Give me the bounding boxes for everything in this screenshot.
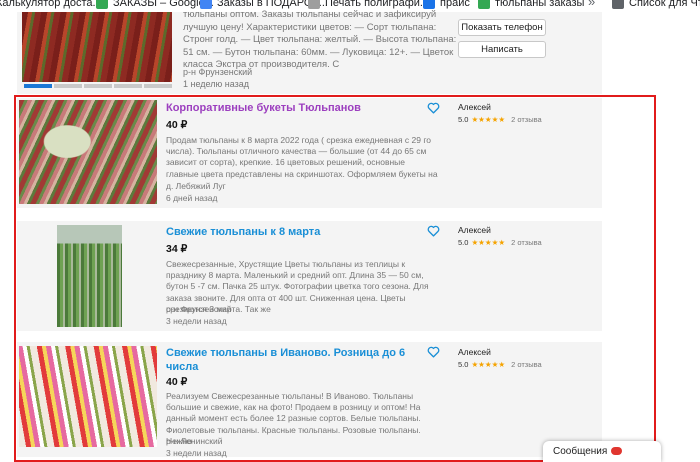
photo-pager[interactable] (24, 84, 172, 88)
messages-label: Сообщения (553, 446, 608, 457)
spreadsheet-icon (478, 0, 490, 9)
bookmark-label: ЗАКАЗЫ – Google... (113, 0, 214, 9)
listing-description: тюльпаны оптом. Заказы тюльпаны сейчас и… (183, 9, 457, 70)
bookmark-label: Печать полиграфи... (325, 0, 430, 9)
more-bookmarks-icon[interactable]: » (588, 0, 595, 9)
listing-location: р-н Фрунзенский (183, 67, 253, 77)
page-icon (308, 0, 320, 9)
bookmark-label: тюльпаны заказы (495, 0, 585, 9)
listing-time: 1 неделю назад (183, 79, 250, 89)
reading-list-icon (612, 0, 624, 9)
listing-photo[interactable] (22, 12, 172, 82)
document-icon (200, 0, 212, 9)
bookmark-label: Список для Чтени (629, 0, 700, 9)
messages-widget[interactable]: Сообщения (543, 441, 661, 462)
highlight-frame (14, 95, 656, 462)
show-phone-button[interactable]: Показать телефон (458, 19, 546, 36)
search-icon (423, 0, 435, 9)
unread-badge (611, 447, 623, 456)
bookmark-tulip-orders[interactable]: тюльпаны заказы (478, 0, 584, 11)
google-drive-icon (96, 0, 108, 9)
listings-page: тюльпаны оптом. Заказы тюльпаны сейчас и… (0, 9, 700, 462)
bookmark-calculator[interactable]: Калькулятор доста... (0, 0, 102, 11)
bookmark-label: прайс (440, 0, 470, 9)
bookmark-label: Калькулятор доста... (0, 0, 102, 9)
write-message-button[interactable]: Написать (458, 41, 546, 58)
bookmark-reading-list[interactable]: Список для Чтени (612, 0, 700, 11)
